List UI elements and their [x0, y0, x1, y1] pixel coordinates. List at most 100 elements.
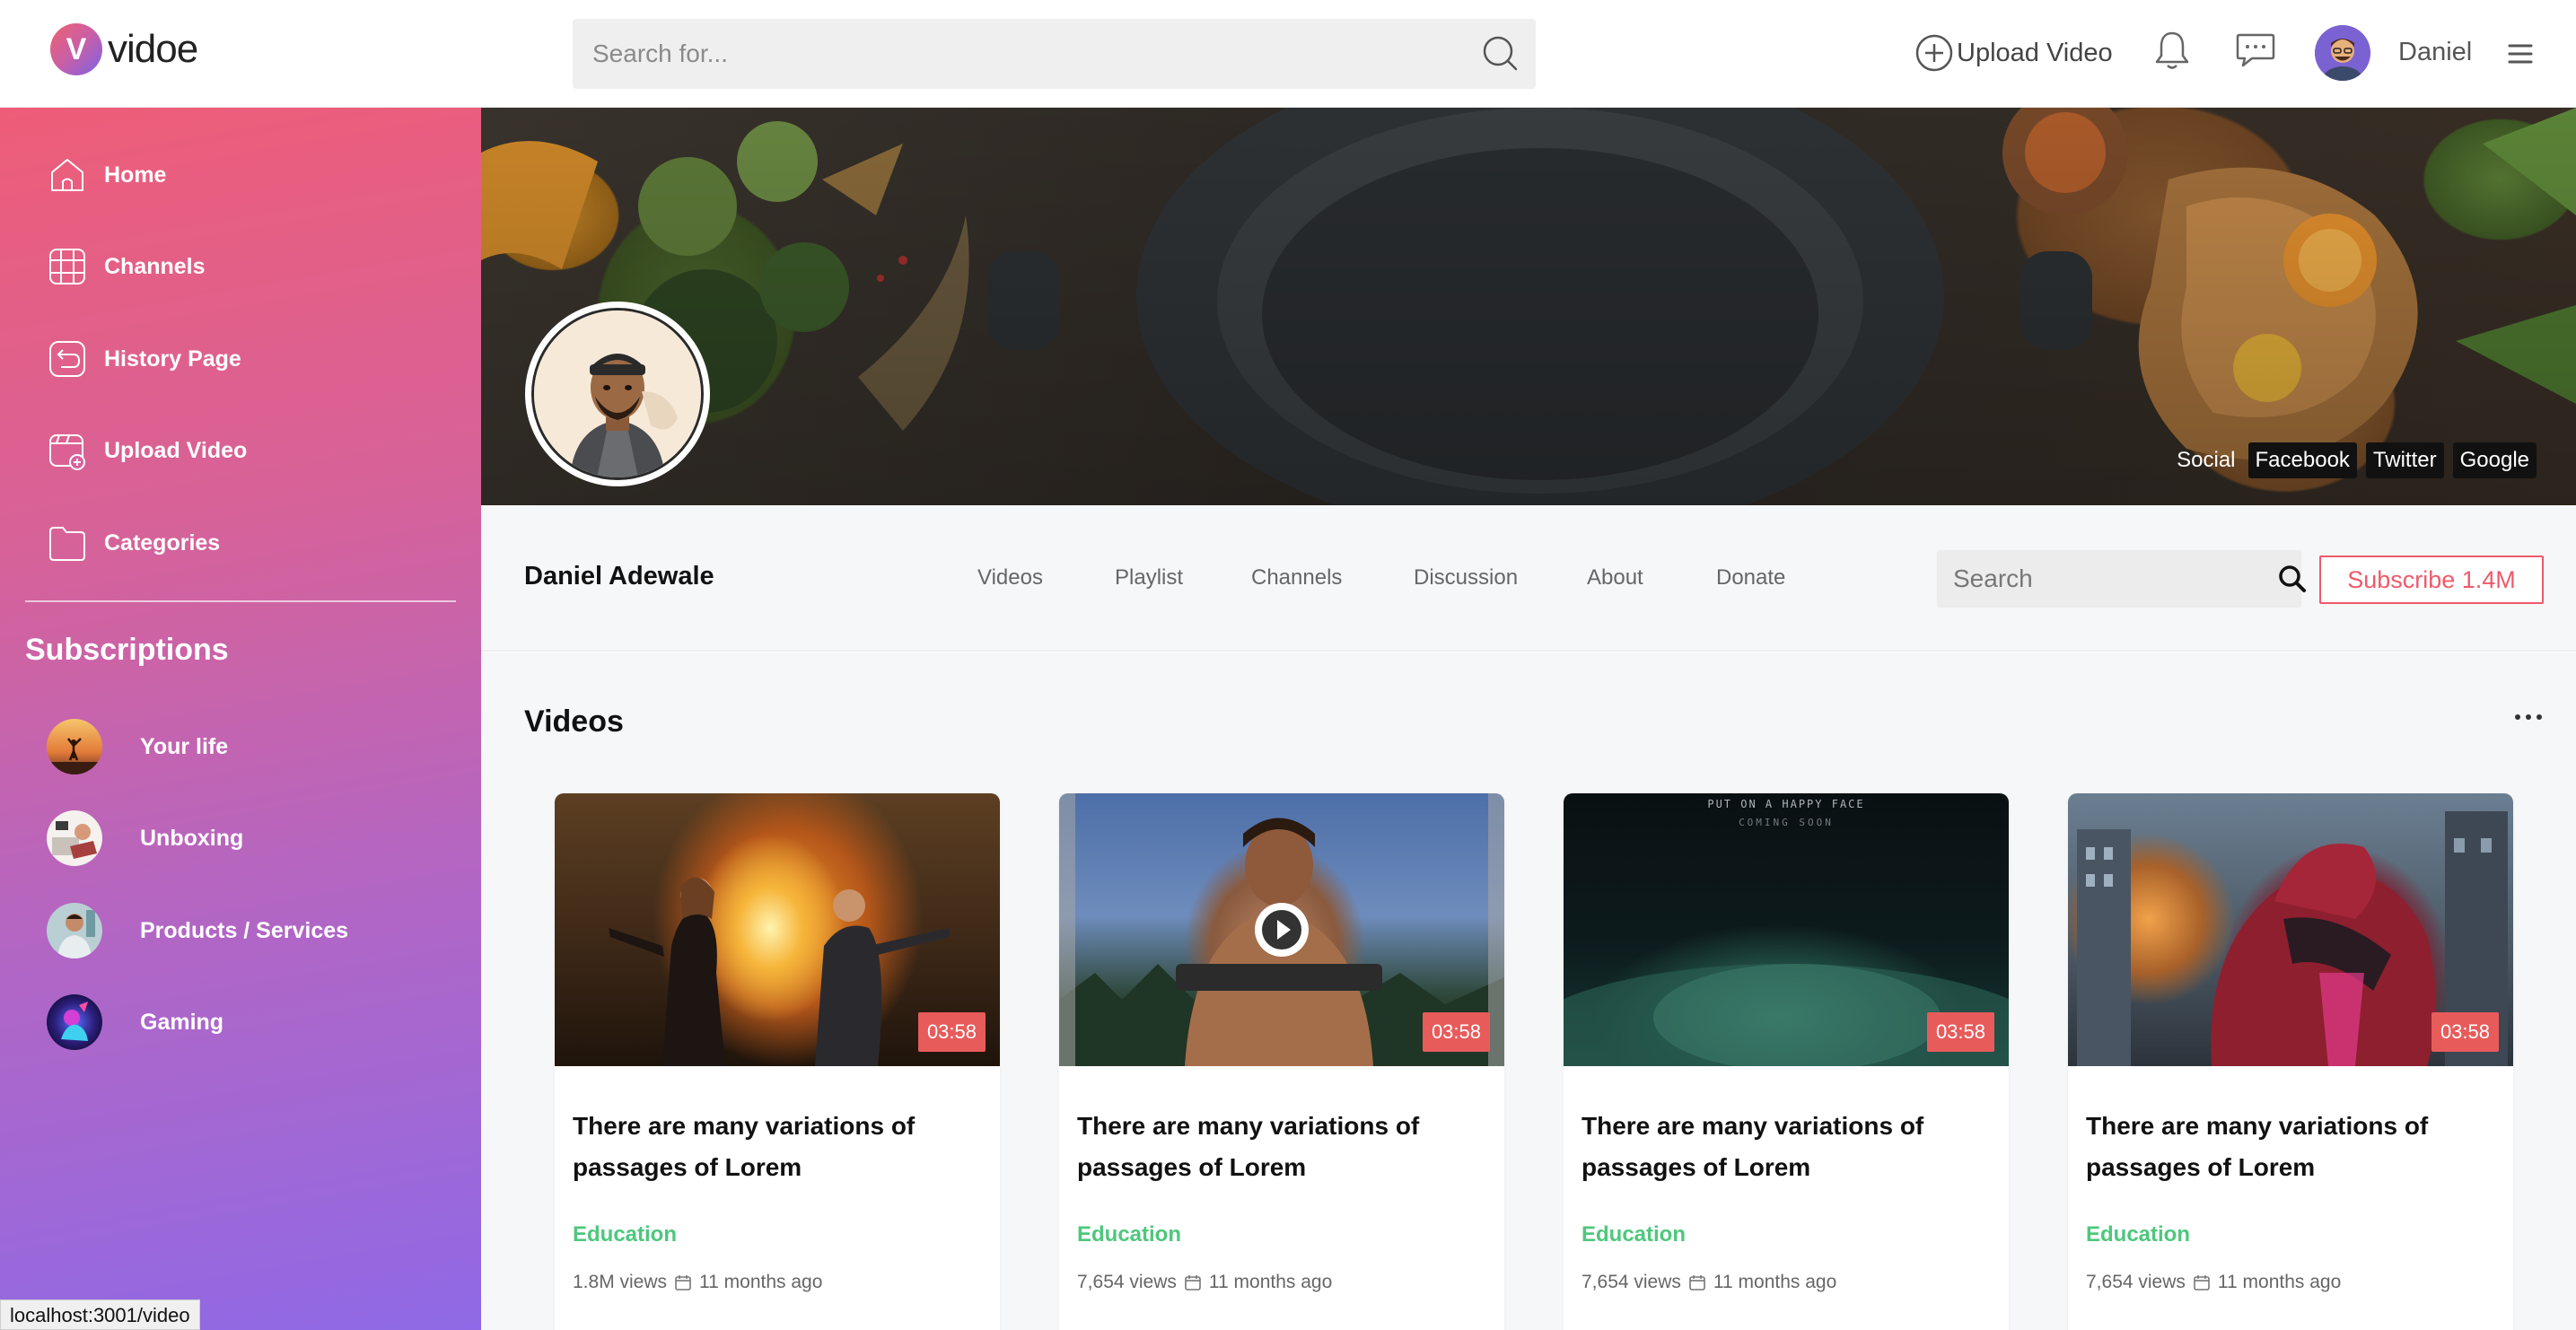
video-age: 11 months ago [1713, 1272, 1837, 1292]
subscription-item-your-life[interactable]: Your life [47, 719, 228, 774]
tab-videos[interactable]: Videos [977, 565, 1043, 591]
tab-donate[interactable]: Donate [1716, 565, 1785, 591]
video-thumbnail[interactable]: 03:58 [1059, 793, 1504, 1066]
video-category[interactable]: Education [573, 1222, 677, 1247]
facebook-link[interactable]: Facebook [2247, 442, 2357, 478]
channel-search-input[interactable] [1937, 550, 2277, 608]
sidebar-item-categories[interactable]: Categories [47, 516, 220, 570]
sidebar-item-label: History Page [104, 346, 241, 372]
logo[interactable]: V vidoe [50, 22, 198, 77]
video-thumbnail[interactable]: PUT ON A HAPPY FACE COMING SOON 03:58 [1564, 793, 2009, 1066]
video-duration: 03:58 [2431, 1012, 2499, 1052]
bell-icon [2155, 31, 2189, 69]
video-meta: 7,654 views 11 months ago [1077, 1272, 1332, 1293]
video-card[interactable]: PUT ON A HAPPY FACE COMING SOON 03:58 Th… [1564, 793, 2009, 1330]
logo-text: vidoe [108, 27, 198, 71]
channel-profile-picture[interactable] [525, 302, 710, 486]
hamburger-menu-button[interactable] [2502, 36, 2538, 72]
video-title[interactable]: There are many variations of passages of… [1582, 1106, 1976, 1188]
sidebar-item-upload-video[interactable]: Upload Video [47, 424, 247, 477]
tab-channels[interactable]: Channels [1251, 565, 1342, 591]
sidebar-divider [25, 600, 456, 602]
calendar-icon [1689, 1275, 1705, 1291]
subscriptions-title: Subscriptions [25, 633, 229, 667]
tab-discussion[interactable]: Discussion [1414, 565, 1518, 591]
video-title[interactable]: There are many variations of passages of… [2086, 1106, 2481, 1188]
play-button[interactable] [1255, 903, 1309, 957]
video-card[interactable]: 03:58 There are many variations of passa… [555, 793, 1000, 1330]
section-title: Videos [524, 704, 624, 739]
sidebar-item-channels[interactable]: Channels [47, 240, 206, 293]
subscription-item-gaming[interactable]: Gaming [47, 994, 223, 1050]
search-input[interactable] [573, 19, 1466, 89]
video-views: 7,654 views [1582, 1272, 1681, 1292]
dot [2537, 714, 2542, 720]
video-duration: 03:58 [917, 1012, 986, 1052]
logo-mark: V [50, 23, 102, 75]
calendar-icon [675, 1275, 691, 1291]
search-icon [2279, 565, 2306, 592]
video-views: 7,654 views [2086, 1272, 2186, 1292]
video-duration: 03:58 [1926, 1012, 1994, 1052]
channel-header: Daniel Adewale Videos Playlist Channels … [481, 505, 2576, 652]
subscribe-button[interactable]: Subscribe 1.4M [2319, 556, 2544, 604]
video-thumbnail[interactable]: 03:58 [555, 793, 1000, 1066]
subscription-item-unboxing[interactable]: Unboxing [47, 810, 243, 866]
plus-circle-icon [1915, 34, 1953, 72]
subscription-label: Gaming [140, 1009, 224, 1035]
calendar-icon [1185, 1275, 1201, 1291]
sidebar-item-home[interactable]: Home [47, 148, 166, 202]
twitter-link[interactable]: Twitter [2365, 442, 2444, 478]
video-category[interactable]: Education [1077, 1222, 1181, 1247]
channel-avatar [47, 903, 102, 958]
sidebar: Home Channels History Page Upload Video … [0, 108, 481, 1330]
app-root: V vidoe Upload Video [0, 0, 2576, 1330]
play-icon [1262, 910, 1301, 949]
video-card[interactable]: 03:58 There are many variations of passa… [1059, 793, 1504, 1330]
channel-search-button[interactable] [2277, 552, 2308, 606]
tab-about[interactable]: About [1587, 565, 1643, 591]
video-meta: 7,654 views 11 months ago [2086, 1272, 2341, 1293]
upload-video-icon [47, 430, 88, 471]
notifications-button[interactable] [2149, 27, 2195, 74]
channel-avatar [47, 719, 102, 774]
user-avatar-image [2315, 25, 2370, 81]
subscription-item-products-services[interactable]: Products / Services [47, 903, 348, 958]
more-options-button[interactable] [2515, 706, 2556, 728]
subscription-label: Unboxing [140, 825, 244, 851]
video-card[interactable]: 03:58 There are many variations of passa… [2068, 793, 2513, 1330]
user-avatar[interactable] [2315, 25, 2370, 81]
thumbnail-caption-2: COMING SOON [1739, 817, 1834, 828]
upload-video-link[interactable]: Upload Video [1914, 31, 2113, 75]
video-category[interactable]: Education [2086, 1222, 2190, 1247]
video-category[interactable]: Education [1582, 1222, 1686, 1247]
sidebar-item-history[interactable]: History Page [47, 332, 241, 386]
subscription-label: Your life [140, 733, 229, 759]
video-views: 1.8M views [573, 1272, 668, 1292]
user-name[interactable]: Daniel [2398, 38, 2472, 67]
upload-video-label: Upload Video [1957, 38, 2113, 67]
video-age: 11 months ago [1208, 1272, 1333, 1292]
video-age: 11 months ago [699, 1272, 823, 1292]
search-button[interactable] [1466, 19, 1536, 89]
top-bar: V vidoe Upload Video [0, 0, 2576, 108]
channel-search [1937, 550, 2306, 608]
dot [2515, 714, 2520, 720]
tab-playlist[interactable]: Playlist [1115, 565, 1183, 591]
sidebar-item-label: Upload Video [104, 437, 248, 463]
sidebar-item-label: Channels [104, 253, 206, 279]
subscription-label: Products / Services [140, 917, 349, 943]
messages-button[interactable] [2232, 27, 2279, 74]
hamburger-icon [2508, 44, 2533, 64]
video-age: 11 months ago [2217, 1272, 2342, 1292]
global-search [573, 19, 1536, 89]
video-duration: 03:58 [1422, 1012, 1490, 1052]
video-meta: 7,654 views 11 months ago [1582, 1272, 1836, 1293]
video-title[interactable]: There are many variations of passages of… [573, 1106, 968, 1188]
video-title[interactable]: There are many variations of passages of… [1077, 1106, 1472, 1188]
google-link[interactable]: Google [2452, 442, 2537, 478]
channels-icon [47, 246, 88, 287]
video-thumbnail[interactable]: 03:58 [2068, 793, 2513, 1066]
thumbnail-caption-1: PUT ON A HAPPY FACE [1707, 798, 1864, 810]
video-views: 7,654 views [1077, 1272, 1177, 1292]
